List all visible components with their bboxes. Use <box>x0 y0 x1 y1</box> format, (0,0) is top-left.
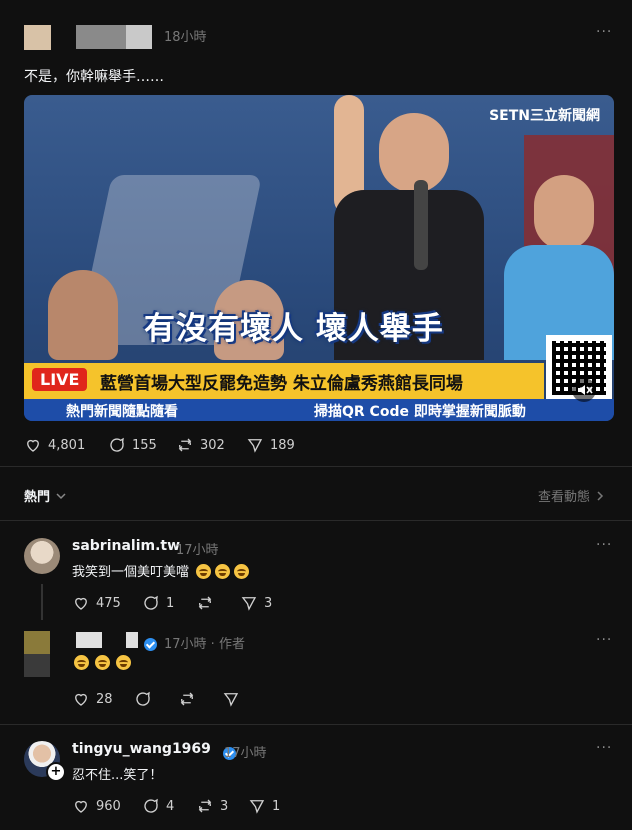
like-button[interactable]: 28 <box>72 690 113 708</box>
comment-text-body: 我笑到一個美叮美噹 <box>72 565 190 580</box>
sort-label: 熱門 <box>24 490 51 505</box>
laughing-emoji-icon <box>234 564 250 579</box>
comment-time: 17小時 <box>224 746 267 761</box>
repost-icon <box>198 596 212 610</box>
reply-text <box>74 655 135 671</box>
like-count: 475 <box>96 595 121 611</box>
comment-username[interactable]: sabrinalim.tw <box>72 538 180 554</box>
share-button[interactable] <box>222 690 240 708</box>
comment-count: 1 <box>166 595 175 611</box>
like-button[interactable]: 960 <box>72 797 121 815</box>
comment-button[interactable]: 1 <box>142 594 174 612</box>
reply-avatar[interactable] <box>24 631 50 677</box>
comment-button[interactable]: 4 <box>142 797 174 815</box>
comment-count: 4 <box>166 798 175 814</box>
post-more-button[interactable]: ··· <box>596 24 612 40</box>
post-username-redacted[interactable] <box>76 25 126 49</box>
repost-count: 3 <box>220 798 229 814</box>
share-button[interactable]: 189 <box>246 436 295 454</box>
post-video[interactable]: SETN三立新聞網 有沒有壞人 壞人舉手 LIVE 藍營首場大型反罷免造勢 朱立… <box>24 95 614 421</box>
divider <box>0 724 632 725</box>
comment-count: 155 <box>132 437 157 453</box>
heart-icon <box>75 693 87 706</box>
post-avatar[interactable] <box>24 25 51 50</box>
share-count: 1 <box>272 798 281 814</box>
divider <box>0 520 632 521</box>
video-brand: SETN三立新聞網 <box>489 108 600 124</box>
heart-icon <box>75 597 87 610</box>
share-icon <box>241 597 257 611</box>
sort-dropdown[interactable]: 熱門 <box>24 486 66 505</box>
post-time: 18小時 <box>164 30 207 45</box>
follow-plus-icon[interactable]: + <box>46 762 66 782</box>
video-live-badge: LIVE <box>32 368 88 391</box>
post-text: 不是，你幹嘛舉手…… <box>24 69 164 85</box>
reply-more-button[interactable]: ··· <box>596 632 612 648</box>
like-count: 28 <box>96 691 113 707</box>
like-count: 960 <box>96 798 121 814</box>
video-person-left <box>48 270 118 360</box>
repost-button[interactable]: 3 <box>196 797 228 815</box>
post-username-redacted-2[interactable] <box>126 25 152 49</box>
view-activity-link[interactable]: 查看動態 <box>538 486 604 505</box>
comment-text: 我笑到一個美叮美噹 <box>72 561 253 580</box>
laughing-emoji-icon <box>196 564 212 579</box>
reply-time: 17小時 · 作者 <box>164 637 245 652</box>
reply-username-redacted-2[interactable] <box>126 632 138 648</box>
comment-button[interactable]: 155 <box>108 436 157 454</box>
comment-more-button[interactable]: ··· <box>596 537 612 553</box>
comment-icon <box>144 798 158 813</box>
comment-avatar[interactable] <box>24 538 60 574</box>
thread-line <box>41 584 43 620</box>
like-button[interactable]: 4,801 <box>24 436 85 454</box>
repost-button[interactable] <box>178 690 196 708</box>
video-person-right <box>504 175 614 360</box>
divider <box>0 466 632 467</box>
video-headline: 藍營首場大型反罷免造勢 朱立倫盧秀燕館長同場 <box>100 374 463 394</box>
laughing-emoji-icon <box>74 655 89 670</box>
repost-button[interactable] <box>196 594 214 612</box>
video-ticker-right: 掃描QR Code 即時掌握新聞脈動 <box>314 404 526 420</box>
comment-time: 17小時 <box>176 543 219 558</box>
share-button[interactable]: 1 <box>248 797 280 815</box>
heart-icon <box>27 439 39 452</box>
comment-username[interactable]: tingyu_wang1969 <box>72 741 211 757</box>
repost-icon <box>178 438 192 452</box>
share-button[interactable]: 3 <box>240 594 272 612</box>
repost-count: 302 <box>200 437 225 453</box>
repost-icon <box>198 799 212 813</box>
verified-badge-icon <box>144 638 157 651</box>
comment-button[interactable] <box>134 690 152 708</box>
repost-button[interactable]: 302 <box>176 436 225 454</box>
share-count: 189 <box>270 437 295 453</box>
comment-icon <box>144 595 158 610</box>
chevron-right-icon <box>597 490 604 501</box>
comment-more-button[interactable]: ··· <box>596 740 612 756</box>
repost-icon <box>180 692 194 706</box>
like-count: 4,801 <box>48 437 86 453</box>
comment-icon <box>110 437 124 452</box>
share-icon <box>247 439 263 453</box>
laughing-emoji-icon <box>95 655 110 670</box>
share-icon <box>249 800 265 814</box>
chevron-down-icon <box>56 492 66 499</box>
reply-username-redacted[interactable] <box>76 632 102 648</box>
video-ticker-left: 熱門新聞隨點隨看 <box>66 404 178 420</box>
comment-text: 忍不住...笑了！ <box>72 768 163 783</box>
share-count: 3 <box>264 595 273 611</box>
share-icon <box>223 693 239 707</box>
like-button[interactable]: 475 <box>72 594 121 612</box>
laughing-emoji-icon <box>215 564 231 579</box>
view-activity-label: 查看動態 <box>538 490 591 505</box>
laughing-emoji-icon <box>116 655 131 670</box>
video-caption: 有沒有壞人 壞人舉手 <box>144 311 444 347</box>
heart-icon <box>75 800 87 813</box>
mute-icon[interactable] <box>572 378 596 402</box>
comment-icon <box>136 691 150 706</box>
